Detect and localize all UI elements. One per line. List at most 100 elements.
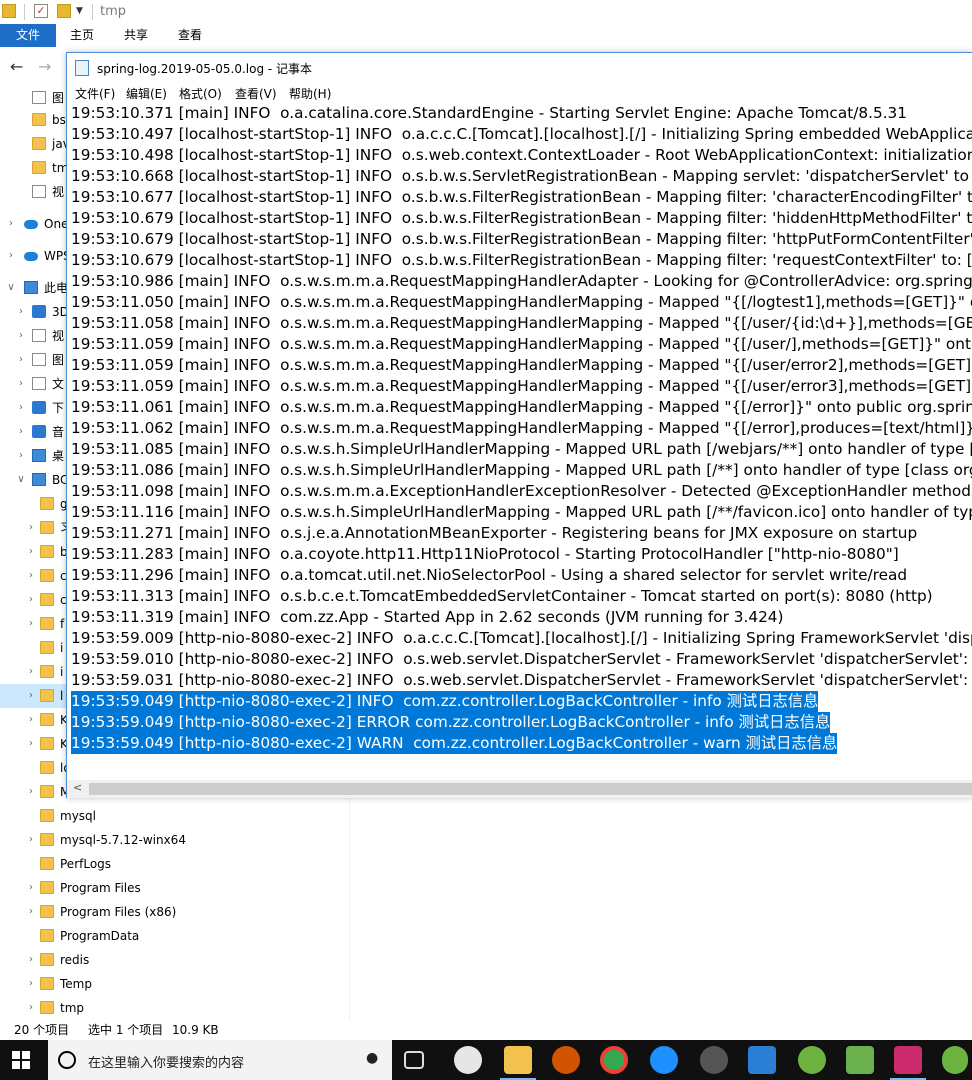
log-line[interactable]: 19:53:11.059 [main] INFO o.s.w.s.m.m.a.R…	[71, 334, 972, 355]
log-line[interactable]: 19:53:11.296 [main] INFO o.a.tomcat.util…	[71, 565, 907, 586]
log-line[interactable]: 19:53:11.050 [main] INFO o.s.w.s.m.m.a.R…	[71, 292, 972, 313]
nav-item[interactable]: › Program Files	[0, 876, 350, 900]
chevron-right-icon[interactable]: ›	[26, 660, 36, 684]
spring-icon[interactable]	[798, 1046, 826, 1074]
log-line[interactable]: 19:53:11.058 [main] INFO o.s.w.s.m.m.a.R…	[71, 313, 972, 334]
chrome-icon[interactable]	[600, 1046, 628, 1074]
log-line[interactable]: 19:53:11.116 [main] INFO o.s.w.s.h.Simpl…	[71, 502, 972, 523]
chevron-right-icon[interactable]: ›	[26, 612, 36, 636]
log-line[interactable]: 19:53:11.086 [main] INFO o.s.w.s.h.Simpl…	[71, 460, 972, 481]
chevron-right-icon[interactable]: ›	[26, 996, 36, 1020]
chevron-right-icon[interactable]: ›	[16, 420, 26, 444]
nav-item[interactable]: › tmp	[0, 996, 350, 1020]
menu-format[interactable]: 格式(O)	[179, 85, 222, 102]
back-arrow-icon[interactable]: ←	[10, 57, 23, 76]
log-line[interactable]: 19:53:11.319 [main] INFO com.zz.App - St…	[71, 607, 784, 628]
log-line[interactable]: 19:53:11.283 [main] INFO o.a.coyote.http…	[71, 544, 899, 565]
chevron-right-icon[interactable]: ›	[26, 588, 36, 612]
scrollbar-thumb[interactable]	[89, 783, 972, 795]
chevron-right-icon[interactable]: ›	[16, 324, 26, 348]
horizontal-scrollbar[interactable]: <	[67, 780, 972, 798]
chevron-down-icon[interactable]: ∨	[16, 468, 26, 492]
nav-item[interactable]: › Temp	[0, 972, 350, 996]
app-icon[interactable]	[700, 1046, 728, 1074]
log-line[interactable]: 19:53:10.679 [localhost-startStop-1] INF…	[71, 229, 972, 250]
chevron-right-icon[interactable]: ›	[16, 300, 26, 324]
chevron-right-icon[interactable]: ›	[16, 396, 26, 420]
chevron-right-icon[interactable]: ›	[26, 972, 36, 996]
log-line[interactable]: 19:53:59.009 [http-nio-8080-exec-2] INFO…	[71, 628, 972, 649]
menu-file[interactable]: 文件(F)	[75, 85, 115, 102]
vscode-icon[interactable]	[748, 1046, 776, 1074]
chevron-right-icon[interactable]: ›	[16, 348, 26, 372]
forward-arrow-icon[interactable]: →	[38, 57, 51, 76]
log-line[interactable]: 19:53:10.679 [localhost-startStop-1] INF…	[71, 208, 972, 229]
task-view-icon[interactable]	[404, 1051, 424, 1069]
log-line[interactable]: 19:53:59.049 [http-nio-8080-exec-2] ERRO…	[71, 712, 831, 733]
log-line[interactable]: 19:53:10.668 [localhost-startStop-1] INF…	[71, 166, 972, 187]
chevron-right-icon[interactable]: ›	[26, 684, 36, 708]
nav-item[interactable]: PerfLogs	[0, 852, 350, 876]
chevron-right-icon[interactable]: ›	[26, 948, 36, 972]
chevron-right-icon[interactable]: ›	[6, 212, 16, 236]
edge-icon[interactable]	[650, 1046, 678, 1074]
intellij-icon[interactable]	[894, 1046, 922, 1074]
nav-item[interactable]: mysql	[0, 804, 350, 828]
app-icon[interactable]	[552, 1046, 580, 1074]
menu-help[interactable]: 帮助(H)	[289, 85, 331, 102]
log-line[interactable]: 19:53:11.098 [main] INFO o.s.w.s.m.m.a.E…	[71, 481, 972, 502]
log-line[interactable]: 19:53:59.049 [http-nio-8080-exec-2] INFO…	[71, 691, 819, 712]
log-line[interactable]: 19:53:59.049 [http-nio-8080-exec-2] WARN…	[71, 733, 838, 754]
microphone-icon[interactable]: ●	[366, 1050, 378, 1066]
log-line[interactable]: 19:53:10.371 [main] INFO o.a.catalina.co…	[71, 103, 907, 124]
log-line[interactable]: 19:53:10.497 [localhost-startStop-1] INF…	[71, 124, 972, 145]
new-folder-icon[interactable]	[57, 4, 71, 18]
chevron-right-icon[interactable]: ›	[26, 564, 36, 588]
chevron-right-icon[interactable]: ›	[26, 900, 36, 924]
chevron-right-icon[interactable]: ›	[16, 444, 26, 468]
app-icon[interactable]	[454, 1046, 482, 1074]
file-explorer-icon[interactable]	[504, 1046, 532, 1074]
log-line[interactable]: 19:53:10.679 [localhost-startStop-1] INF…	[71, 250, 972, 271]
chevron-down-icon[interactable]: ▼	[76, 6, 86, 20]
log-line[interactable]: 19:53:11.085 [main] INFO o.s.w.s.h.Simpl…	[71, 439, 972, 460]
app-icon[interactable]	[846, 1046, 874, 1074]
windows-start-icon[interactable]	[12, 1051, 30, 1069]
log-line[interactable]: 19:53:10.986 [main] INFO o.s.w.s.m.m.a.R…	[71, 271, 972, 292]
chevron-right-icon[interactable]: ›	[26, 516, 36, 540]
chevron-right-icon[interactable]: ›	[26, 876, 36, 900]
tab-view[interactable]: 查看	[168, 24, 212, 47]
log-line[interactable]: 19:53:11.271 [main] INFO o.s.j.e.a.Annot…	[71, 523, 917, 544]
text-area[interactable]: 19:53:10.371 [main] INFO o.a.catalina.co…	[67, 103, 972, 780]
spring-icon[interactable]	[942, 1046, 968, 1074]
nav-item[interactable]: › mysql-5.7.12-winx64	[0, 828, 350, 852]
log-line[interactable]: 19:53:11.313 [main] INFO o.s.b.c.e.t.Tom…	[71, 586, 933, 607]
log-line[interactable]: 19:53:11.059 [main] INFO o.s.w.s.m.m.a.R…	[71, 355, 972, 376]
log-line[interactable]: 19:53:59.010 [http-nio-8080-exec-2] INFO…	[71, 649, 972, 670]
nav-item[interactable]: › Program Files (x86)	[0, 900, 350, 924]
log-line[interactable]: 19:53:11.059 [main] INFO o.s.w.s.m.m.a.R…	[71, 376, 972, 397]
nav-item[interactable]: ProgramData	[0, 924, 350, 948]
log-line[interactable]: 19:53:11.061 [main] INFO o.s.w.s.m.m.a.R…	[71, 397, 972, 418]
chevron-right-icon[interactable]: ›	[26, 780, 36, 804]
tab-share[interactable]: 共享	[114, 24, 158, 47]
tab-file[interactable]: 文件	[0, 24, 56, 47]
chevron-right-icon[interactable]: ›	[26, 540, 36, 564]
chevron-right-icon[interactable]: ›	[26, 732, 36, 756]
nav-item[interactable]: › redis	[0, 948, 350, 972]
menu-edit[interactable]: 编辑(E)	[126, 85, 167, 102]
taskbar-search-box[interactable]: 在这里输入你要搜索的内容 ●	[48, 1040, 392, 1080]
properties-icon[interactable]: ✓	[34, 4, 48, 18]
scroll-left-icon[interactable]: <	[73, 781, 82, 794]
chevron-right-icon[interactable]: ›	[16, 372, 26, 396]
tab-home[interactable]: 主页	[60, 24, 104, 47]
chevron-right-icon[interactable]: ›	[26, 708, 36, 732]
log-line[interactable]: 19:53:10.677 [localhost-startStop-1] INF…	[71, 187, 972, 208]
menu-view[interactable]: 查看(V)	[235, 85, 277, 102]
log-line[interactable]: 19:53:11.062 [main] INFO o.s.w.s.m.m.a.R…	[71, 418, 972, 439]
chevron-right-icon[interactable]: ›	[26, 828, 36, 852]
chevron-right-icon[interactable]: ›	[6, 244, 16, 268]
log-line[interactable]: 19:53:10.498 [localhost-startStop-1] INF…	[71, 145, 972, 166]
log-line[interactable]: 19:53:59.031 [http-nio-8080-exec-2] INFO…	[71, 670, 972, 691]
chevron-down-icon[interactable]: ∨	[6, 276, 16, 300]
